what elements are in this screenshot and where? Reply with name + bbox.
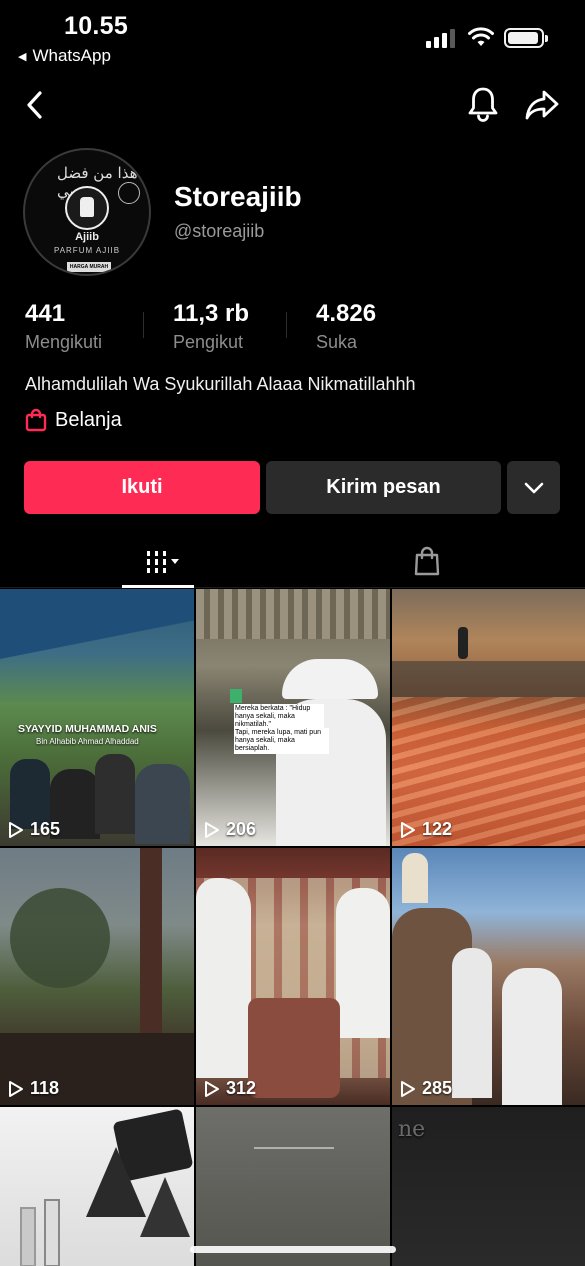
play-icon (401, 1080, 415, 1097)
stat-value: 441 (25, 300, 66, 327)
view-count: 122 (400, 819, 452, 840)
video-thumbnail[interactable]: 122 (392, 589, 585, 846)
profile-name: Storeajiib (174, 181, 302, 212)
active-tab-indicator (122, 585, 194, 588)
stat-label: Mengikuti (25, 332, 103, 352)
tab-shop[interactable] (406, 542, 448, 580)
share-arrow-icon (525, 90, 559, 120)
more-options-button[interactable] (507, 461, 560, 514)
view-count: 165 (8, 819, 60, 840)
view-count-value: 118 (30, 1078, 60, 1098)
profile-tabs (0, 536, 585, 588)
back-to-app-link[interactable]: ◀ WhatsApp (18, 46, 111, 66)
video-caption-line2: Bin Alhabib Ahmad Alhaddad (36, 737, 139, 746)
play-icon (9, 821, 23, 838)
stat-label: Suka (316, 332, 358, 352)
cellular-signal-icon (426, 28, 455, 48)
video-thumbnail[interactable]: 118 (0, 848, 194, 1105)
video-caption-line2: Tapi, mereka lupa, mati pun hanya sekali… (234, 728, 329, 754)
follow-button[interactable]: Ikuti (24, 461, 260, 514)
video-thumbnail[interactable]: SYAYYID MUHAMMAD ANIS Bin Alhabib Ahmad … (0, 589, 194, 846)
share-button[interactable] (522, 86, 562, 124)
shopping-bag-icon (25, 408, 47, 432)
back-triangle-icon: ◀ (18, 50, 27, 63)
back-app-label: WhatsApp (32, 46, 111, 65)
status-time: 10.55 (64, 12, 129, 40)
shop-label: Belanja (55, 408, 122, 431)
video-caption: SYAYYID MUHAMMAD ANIS (18, 723, 157, 735)
send-message-button[interactable]: Kirim pesan (266, 461, 501, 514)
stat-value: 11,3 rb (173, 300, 250, 327)
stat-followers[interactable]: 11,3 rb Pengikut (173, 300, 249, 353)
profile-top-bar (0, 80, 585, 130)
view-count-value: 122 (422, 819, 453, 839)
thumbs-up-logo-icon (65, 186, 109, 230)
back-arrow-icon (27, 91, 42, 119)
view-count-value: 206 (226, 819, 257, 839)
notifications-button[interactable] (465, 84, 501, 124)
status-bar: 10.55 ◀ WhatsApp (0, 0, 585, 72)
avatar-seal-icon (118, 182, 140, 204)
shopping-bag-icon (414, 546, 440, 576)
tab-videos[interactable] (122, 544, 194, 580)
video-caption: ne (398, 1117, 426, 1142)
avatar-brand: Ajiib (75, 231, 99, 243)
video-thumbnail[interactable] (196, 1107, 390, 1266)
stat-likes[interactable]: 4.826 Suka (316, 300, 376, 353)
stat-divider (286, 312, 287, 338)
wifi-icon (468, 27, 494, 46)
shop-link[interactable]: Belanja (25, 408, 122, 432)
view-count: 206 (204, 819, 256, 840)
home-indicator[interactable] (190, 1246, 396, 1253)
play-icon (205, 1080, 219, 1097)
video-thumbnail[interactable]: 312 (196, 848, 390, 1105)
stat-label: Pengikut (173, 332, 244, 352)
chevron-down-icon (524, 482, 543, 493)
profile-bio: Alhamdulilah Wa Syukurillah Alaaa Nikmat… (25, 374, 416, 394)
video-thumbnail[interactable] (0, 1107, 194, 1266)
view-count: 285 (400, 1078, 452, 1099)
video-thumbnail[interactable]: 285 (392, 848, 585, 1105)
video-thumbnail[interactable]: ne (392, 1107, 585, 1266)
video-grid: SYAYYID MUHAMMAD ANIS Bin Alhabib Ahmad … (0, 589, 585, 1266)
bell-icon (468, 87, 498, 122)
avatar-subtitle: PARFUM AJIIB (53, 246, 121, 255)
play-icon (401, 821, 415, 838)
stat-divider (143, 312, 144, 338)
video-caption: Mereka berkata : "Hidup hanya sekali, ma… (234, 704, 324, 730)
back-button[interactable] (20, 88, 50, 122)
play-icon (205, 821, 219, 838)
play-icon (9, 1080, 23, 1097)
stat-value: 4.826 (316, 300, 377, 327)
stat-following[interactable]: 441 Mengikuti (25, 300, 102, 353)
view-count-value: 312 (226, 1078, 257, 1098)
profile-avatar[interactable]: هذا من فضل ربي Ajiib PARFUM AJIIB HARGA … (23, 148, 151, 276)
view-count-value: 285 (422, 1078, 453, 1098)
video-grid-icon (147, 551, 179, 573)
avatar-tag: HARGA MURAH (67, 262, 111, 272)
profile-handle: @storeajiib (174, 221, 265, 241)
video-thumbnail[interactable]: Mereka berkata : "Hidup hanya sekali, ma… (196, 589, 390, 846)
battery-icon (504, 28, 548, 48)
view-count: 312 (204, 1078, 256, 1099)
view-count-value: 165 (30, 819, 61, 839)
view-count: 118 (8, 1078, 59, 1099)
